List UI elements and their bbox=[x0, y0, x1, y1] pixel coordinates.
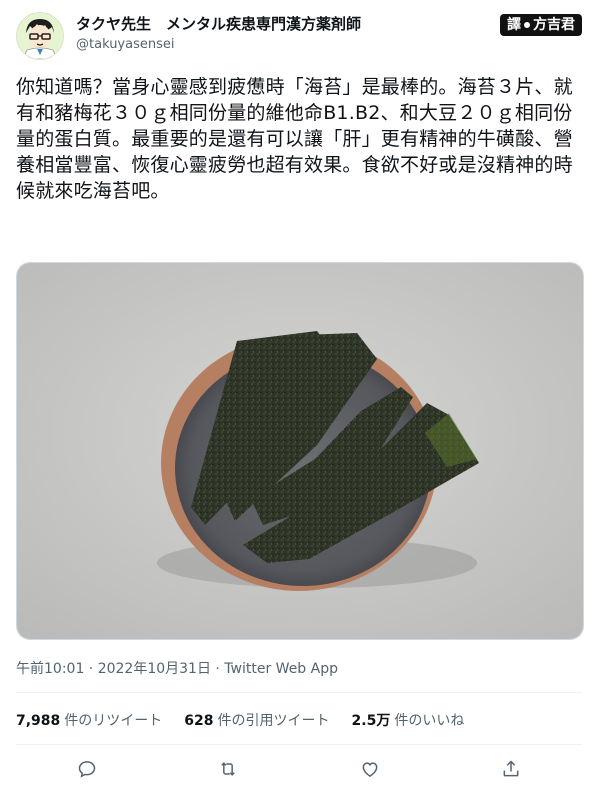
tweet-stats: 7,988 件のリツイート 628 件の引用ツイート 2.5万 件のいいね bbox=[16, 710, 582, 730]
quotes-label: 件の引用ツイート bbox=[217, 713, 330, 729]
tweet-text: 你知道嗎？當身心靈感到疲憊時「海苔」是最棒的。海苔３片、就有和豬梅花３０ｇ相同份… bbox=[16, 76, 573, 202]
retweet-button[interactable] bbox=[211, 752, 245, 786]
retweets-stat[interactable]: 7,988 件のリツイート bbox=[16, 710, 162, 730]
quotes-count: 628 bbox=[184, 713, 214, 729]
quotes-stat[interactable]: 628 件の引用ツイート bbox=[184, 710, 329, 730]
tweet-image[interactable] bbox=[16, 262, 584, 640]
avatar[interactable] bbox=[16, 12, 64, 60]
share-button[interactable] bbox=[494, 752, 528, 786]
likes-count: 2.5万 bbox=[351, 713, 391, 729]
like-icon bbox=[362, 762, 378, 777]
share-icon bbox=[503, 760, 519, 777]
divider bbox=[16, 692, 582, 693]
retweet-icon bbox=[221, 762, 236, 776]
likes-label: 件のいいね bbox=[394, 713, 465, 729]
avatar-illustration bbox=[17, 13, 63, 59]
badge-dot-icon bbox=[524, 22, 530, 28]
translator-name: 方吉君 bbox=[533, 17, 575, 33]
translator-prefix: 譯 bbox=[507, 17, 521, 33]
action-bar bbox=[16, 752, 582, 786]
translator-badge: 譯 方吉君 bbox=[500, 14, 582, 36]
like-button[interactable] bbox=[353, 752, 387, 786]
reply-button[interactable] bbox=[70, 752, 104, 786]
tweet-header: タクヤ先生 メンタル疾患専門漢方薬剤師 @takuyasensei 譯 方吉君 bbox=[16, 10, 582, 60]
author-names: タクヤ先生 メンタル疾患専門漢方薬剤師 @takuyasensei bbox=[76, 14, 361, 54]
retweets-label: 件のリツイート bbox=[64, 713, 163, 729]
seaweed-photo bbox=[17, 263, 583, 639]
tweet-meta: 午前10:01 · 2022年10月31日 · Twitter Web App bbox=[16, 661, 338, 677]
handle[interactable]: @takuyasensei bbox=[76, 36, 361, 54]
display-name[interactable]: タクヤ先生 メンタル疾患専門漢方薬剤師 bbox=[76, 14, 361, 34]
retweets-count: 7,988 bbox=[16, 713, 61, 729]
reply-icon bbox=[78, 761, 96, 778]
divider bbox=[16, 744, 582, 745]
likes-stat[interactable]: 2.5万 件のいいね bbox=[352, 710, 465, 730]
